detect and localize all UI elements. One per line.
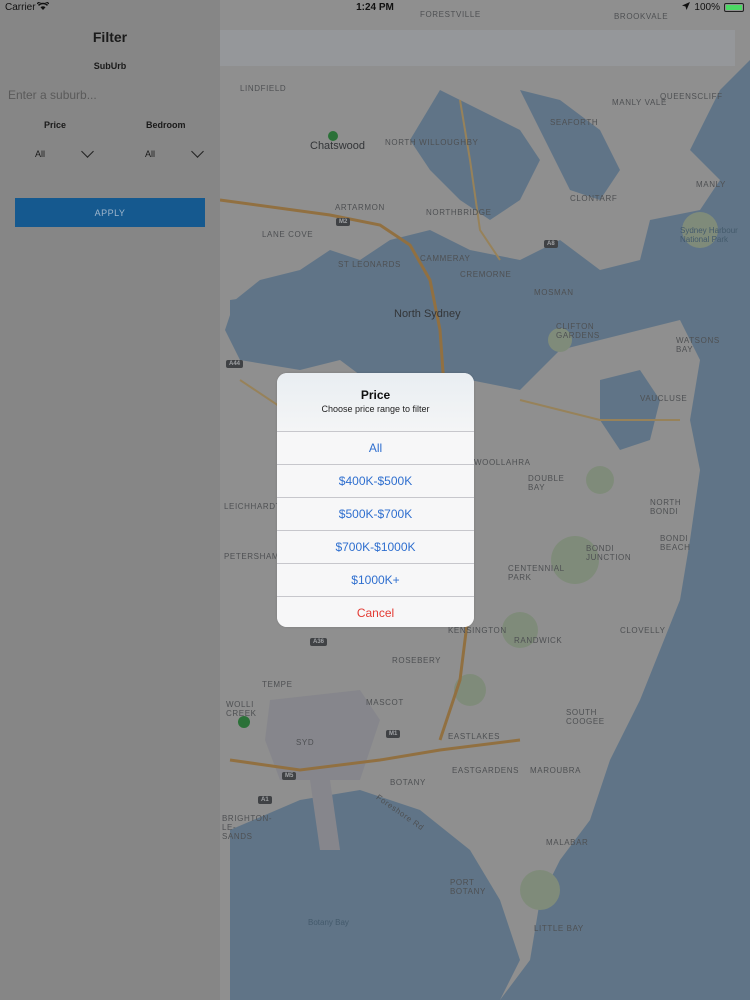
location-arrow-icon xyxy=(682,2,691,13)
clock: 1:24 PM xyxy=(356,2,394,13)
cancel-button[interactable]: Cancel xyxy=(277,597,474,627)
suburb-label: SubUrb xyxy=(93,61,127,71)
price-select[interactable]: All xyxy=(35,145,95,163)
sheet-header: Price Choose price range to filter xyxy=(277,373,474,432)
sheet-message: Choose price range to filter xyxy=(321,404,430,414)
battery-percent: 100% xyxy=(694,2,720,13)
apply-button[interactable]: APPLY xyxy=(15,198,205,227)
price-option-all[interactable]: All xyxy=(277,432,474,465)
price-select-value: All xyxy=(35,149,46,159)
status-right: 100% xyxy=(682,2,744,13)
bedroom-select[interactable]: All xyxy=(145,145,205,163)
price-option-1000k-plus[interactable]: $1000K+ xyxy=(277,564,474,597)
price-label: Price xyxy=(44,120,67,130)
sheet-title: Price xyxy=(360,388,391,402)
price-option-700k-1000k[interactable]: $700K-$1000K xyxy=(277,531,474,564)
chevron-down-icon xyxy=(81,145,94,158)
bedroom-label: Bedroom xyxy=(146,120,186,130)
battery-icon xyxy=(724,3,744,12)
chevron-down-icon xyxy=(191,145,204,158)
price-option-500k-700k[interactable]: $500K-$700K xyxy=(277,498,474,531)
suburb-input[interactable] xyxy=(8,86,208,104)
filter-title: Filter xyxy=(92,29,128,45)
bedroom-select-value: All xyxy=(145,149,156,159)
status-bar: Carrier 1:24 PM 100% xyxy=(0,0,750,16)
battery-level xyxy=(726,5,742,10)
filter-panel: Filter SubUrb Price Bedroom All All APPL… xyxy=(0,0,220,1000)
price-action-sheet: Price Choose price range to filter All $… xyxy=(277,373,474,627)
price-option-400k-500k[interactable]: $400K-$500K xyxy=(277,465,474,498)
